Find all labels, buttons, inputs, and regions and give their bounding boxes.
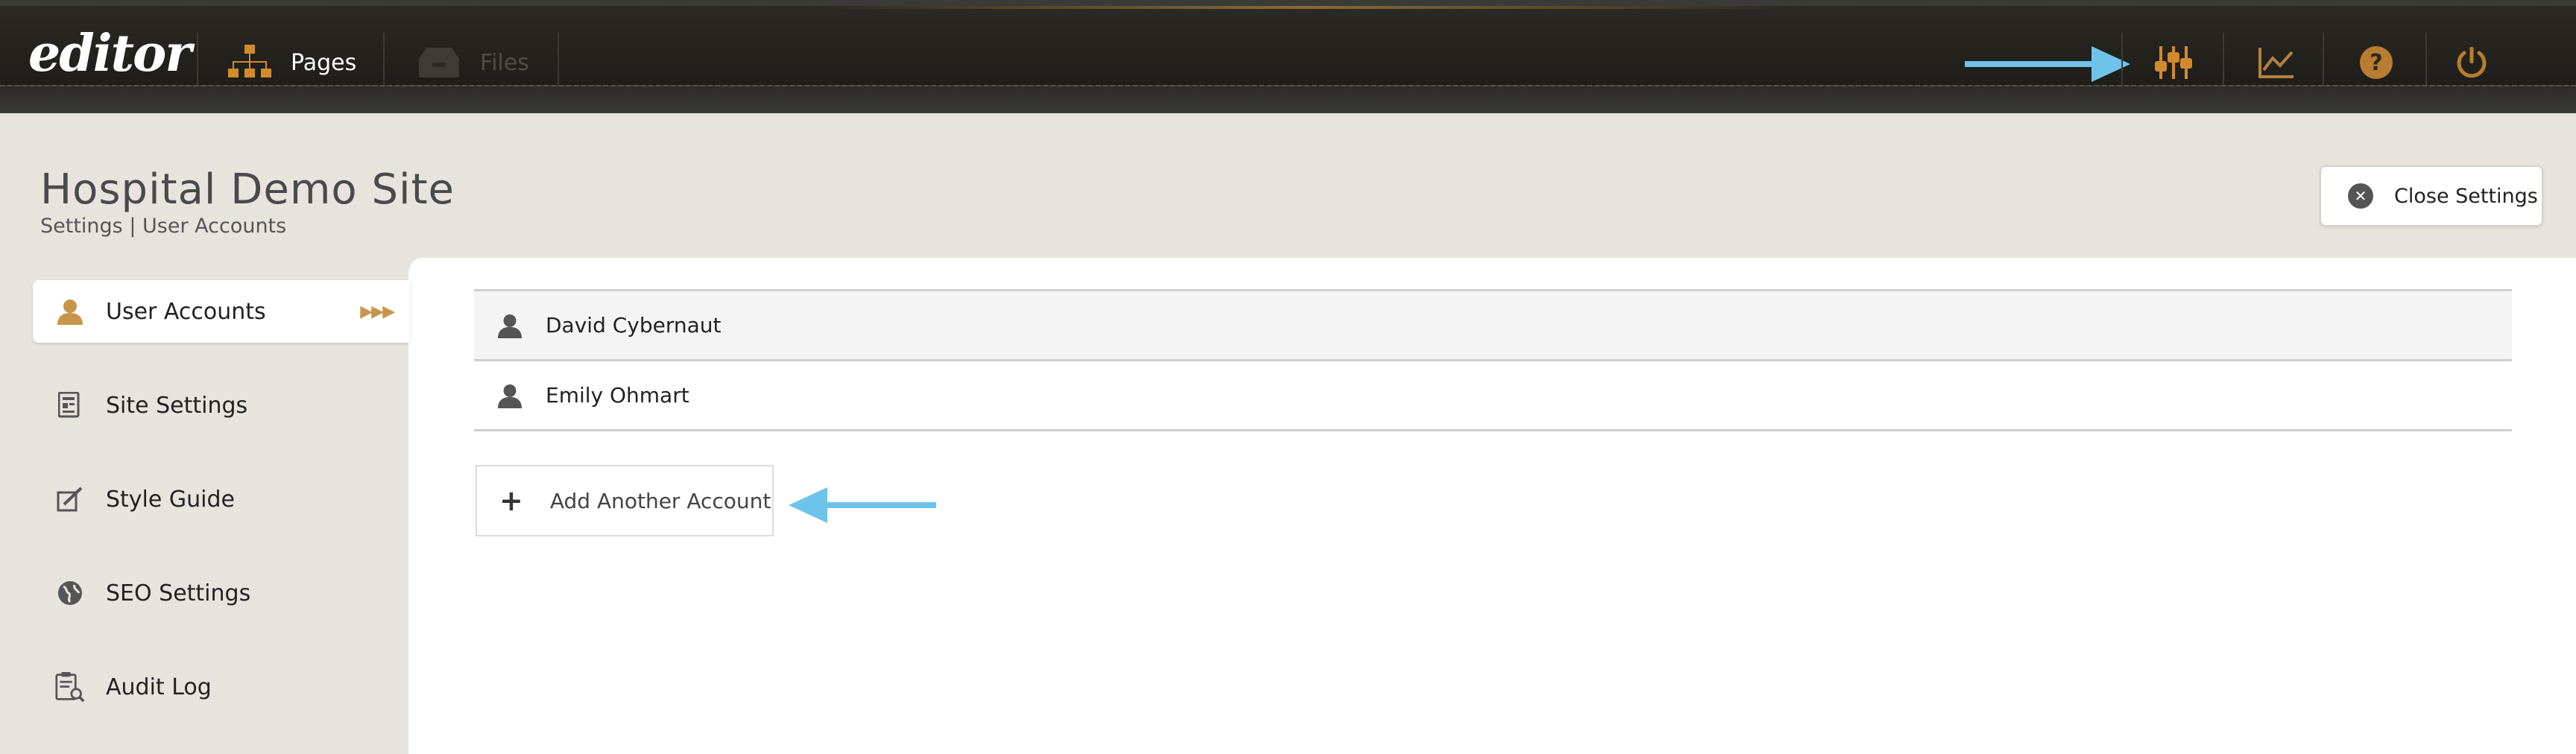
close-icon: ✕	[2348, 183, 2373, 209]
sidebar-item-label: Site Settings	[106, 392, 248, 419]
active-chevrons-icon: ▶▶▶	[360, 302, 395, 321]
sidebar-item-user-accounts[interactable]: User Accounts ▶▶▶	[33, 280, 410, 343]
list-divider	[474, 429, 2512, 431]
user-icon	[498, 384, 522, 408]
analytics-chart-icon	[2258, 48, 2294, 78]
account-row-david-cybernaut[interactable]: David Cybernaut	[474, 289, 2512, 359]
toolbar-divider	[2223, 33, 2224, 88]
power-icon	[2457, 47, 2487, 78]
nav-files: Files	[417, 36, 529, 89]
help-icon: ?	[2360, 46, 2393, 79]
sidebar-item-label: Audit Log	[106, 674, 212, 700]
sidebar-item-label: SEO Settings	[106, 580, 251, 606]
add-account-label: Add Another Account	[549, 488, 771, 513]
annotation-arrow	[1965, 46, 2130, 82]
nav-files-label: Files	[480, 49, 529, 76]
svg-text:?: ?	[2370, 50, 2382, 76]
files-icon	[419, 48, 459, 77]
account-name: David Cybernaut	[546, 313, 722, 338]
globe-icon	[55, 580, 85, 606]
close-settings-label: Close Settings	[2394, 184, 2538, 208]
toolbar-divider	[383, 33, 385, 88]
annotation-arrow	[789, 487, 936, 523]
user-icon	[498, 314, 522, 338]
sidebar-item-site-settings[interactable]: Site Settings	[33, 374, 410, 437]
toolbar-divider	[2121, 33, 2123, 88]
help-button[interactable]: ?	[2352, 39, 2400, 86]
sidebar-item-style-guide[interactable]: Style Guide	[33, 468, 410, 530]
close-settings-button[interactable]: ✕ Close Settings	[2320, 165, 2543, 226]
site-settings-icon	[55, 392, 85, 419]
sidebar-item-label: User Accounts	[106, 298, 266, 325]
settings-sliders-icon	[2155, 46, 2192, 79]
nav-pages[interactable]: Pages	[228, 36, 356, 89]
nav-pages-label: Pages	[291, 49, 357, 76]
sidebar-item-audit-log[interactable]: Audit Log	[33, 656, 410, 718]
toolbar-divider	[2323, 33, 2324, 88]
logout-button[interactable]	[2448, 39, 2496, 86]
topbar-glow	[820, 6, 1789, 9]
sitemap-icon	[228, 45, 271, 77]
account-name: Emily Ohmart	[546, 383, 689, 408]
style-guide-icon	[55, 487, 85, 512]
plus-icon: +	[499, 484, 523, 517]
editor-logo[interactable]: editor	[28, 24, 192, 83]
sidebar-item-label: Style Guide	[106, 486, 235, 513]
breadcrumb: Settings | User Accounts	[40, 215, 287, 238]
toolbar-divider	[558, 33, 559, 88]
toolbar-divider	[2425, 33, 2427, 88]
toolbar-divider	[197, 33, 198, 88]
audit-clipboard-icon	[55, 670, 85, 704]
sidebar-item-seo-settings[interactable]: SEO Settings	[33, 562, 410, 624]
user-icon	[55, 298, 85, 325]
page-title: Hospital Demo Site	[40, 165, 455, 214]
add-account-button[interactable]: + Add Another Account	[476, 465, 774, 536]
account-row-emily-ohmart[interactable]: Emily Ohmart	[474, 359, 2512, 429]
top-toolbar: editor Pages Files ?	[0, 0, 2576, 113]
settings-button[interactable]	[2150, 39, 2197, 86]
analytics-button[interactable]	[2253, 39, 2300, 86]
